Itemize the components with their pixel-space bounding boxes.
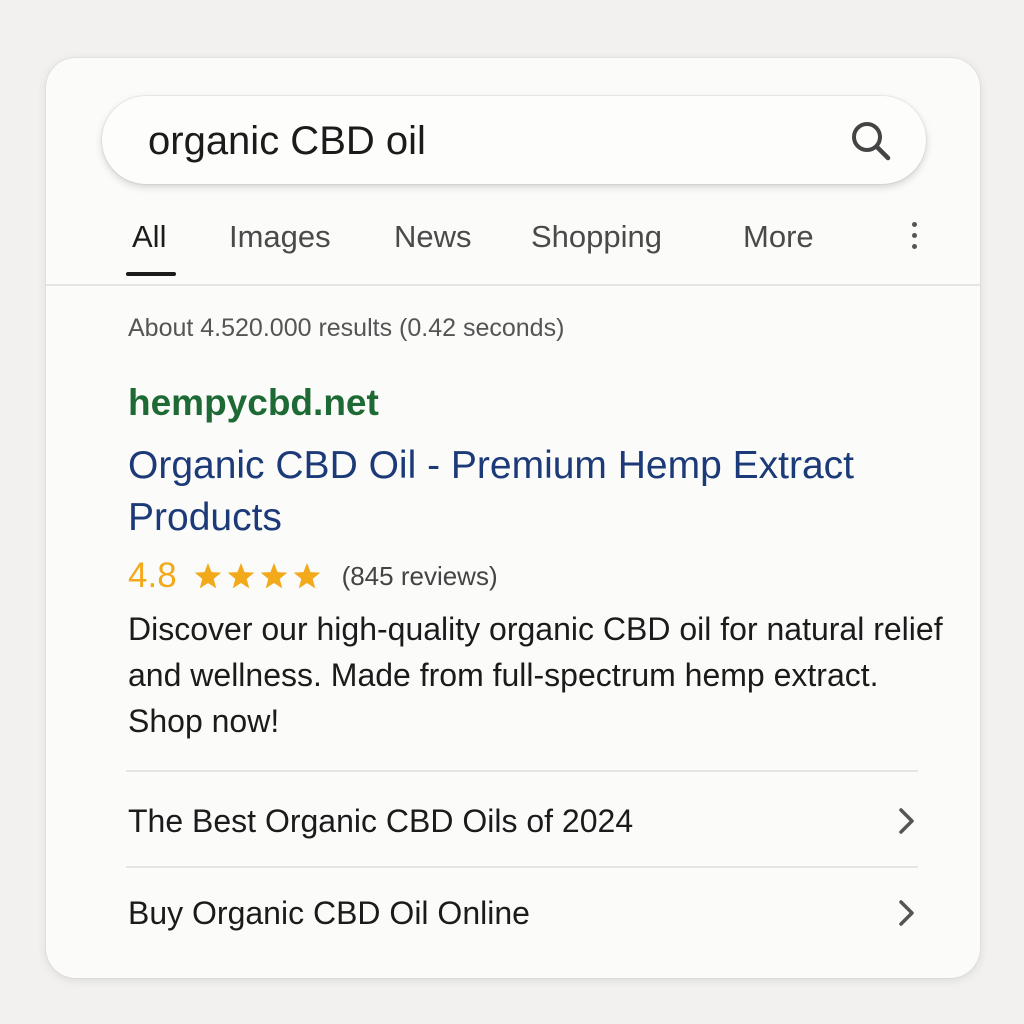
- result-snippet: Discover our high-quality organic CBD oi…: [128, 611, 943, 739]
- chevron-right-icon: [896, 806, 918, 836]
- related-search-item[interactable]: Buy Organic CBD Oil Online: [126, 882, 918, 942]
- star-icon: [293, 563, 321, 589]
- active-tab-indicator: [126, 272, 176, 276]
- more-options-icon[interactable]: [902, 222, 926, 254]
- search-tabs: All Images News Shopping More: [46, 208, 980, 286]
- rating-row: 4.8 (845 reviews): [128, 554, 498, 598]
- result-site-link[interactable]: hempycbd.net: [128, 380, 379, 426]
- search-input[interactable]: organic CBD oil: [148, 118, 426, 164]
- search-results-card: organic CBD oil All Images News Shopping…: [46, 58, 980, 978]
- rating-value: 4.8: [128, 556, 177, 595]
- related-search-label: The Best Organic CBD Oils of 2024: [128, 803, 634, 839]
- result-title-link[interactable]: Organic CBD Oil - Premium Hemp Extract P…: [128, 440, 888, 544]
- result-stats: About 4.520.000 results (0.42 seconds): [128, 314, 565, 342]
- tab-all[interactable]: All: [132, 218, 166, 256]
- divider: [126, 866, 918, 868]
- related-search-label: Buy Organic CBD Oil Online: [128, 895, 530, 931]
- divider: [126, 770, 918, 772]
- tab-more[interactable]: More: [743, 218, 814, 256]
- review-count: (845 reviews): [341, 561, 498, 591]
- star-icon: [260, 563, 288, 589]
- tab-images[interactable]: Images: [229, 218, 331, 256]
- star-icon: [194, 563, 222, 589]
- chevron-right-icon: [896, 898, 918, 928]
- search-icon[interactable]: [848, 118, 894, 164]
- related-search-item[interactable]: The Best Organic CBD Oils of 2024: [126, 790, 918, 850]
- tab-shopping[interactable]: Shopping: [531, 218, 662, 256]
- star-rating-icons: [193, 561, 323, 591]
- tab-news[interactable]: News: [394, 218, 472, 256]
- search-bar[interactable]: organic CBD oil: [102, 96, 926, 184]
- star-icon: [227, 563, 255, 589]
